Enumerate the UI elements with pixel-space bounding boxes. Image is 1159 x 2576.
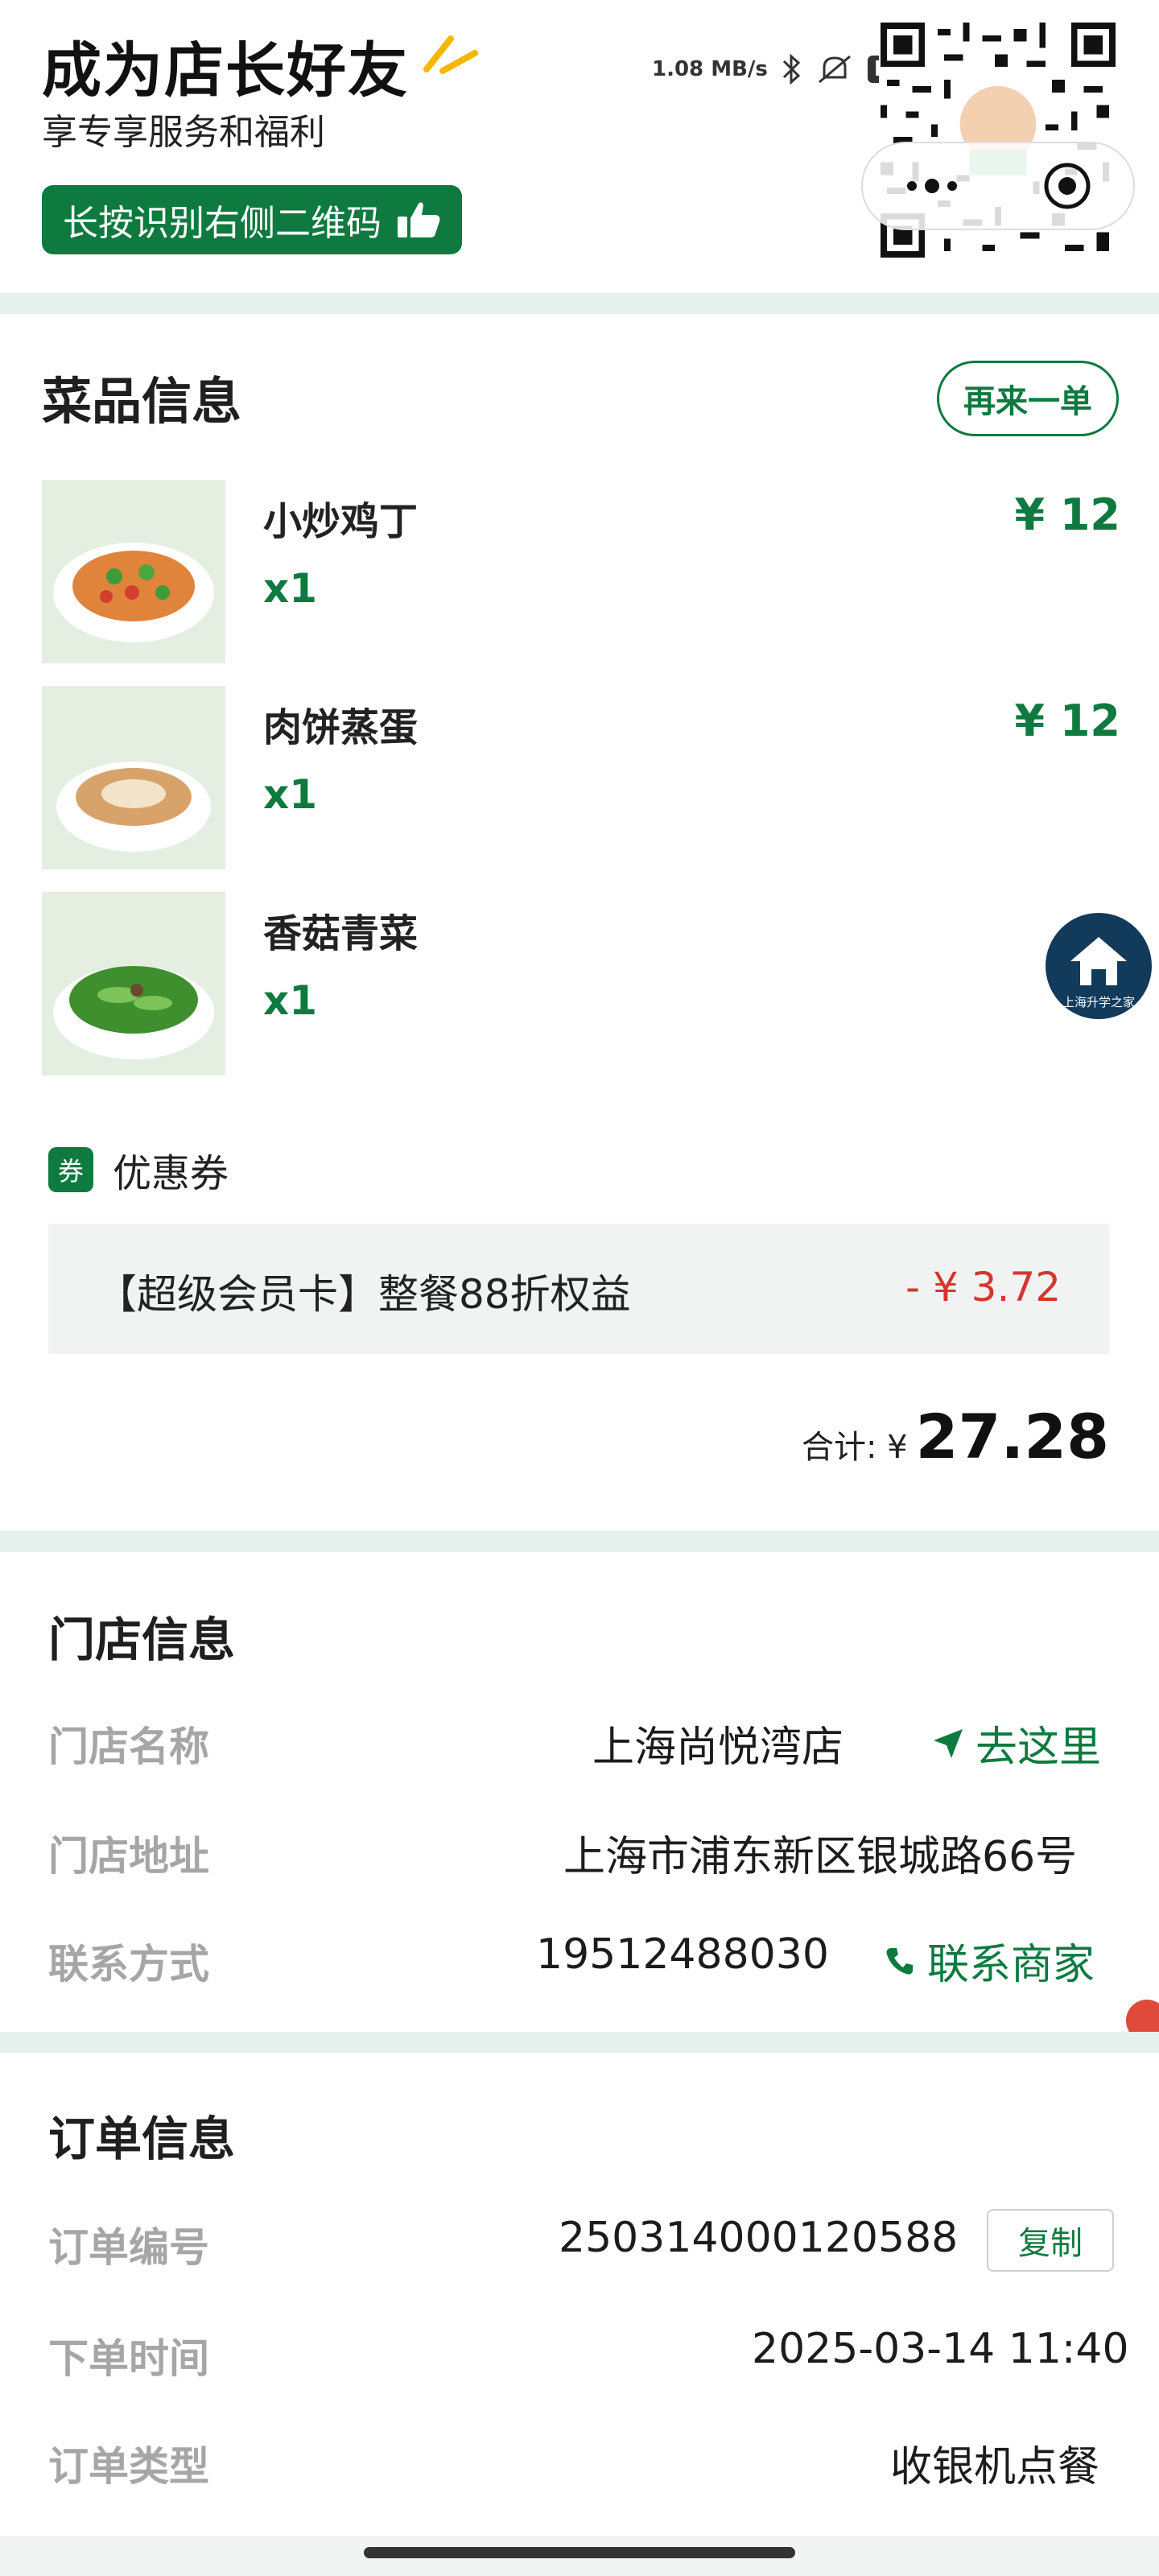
status-bar-indicators: 1.08 MB/s HD (652, 53, 916, 85)
dish-quantity: x1 (263, 977, 318, 1024)
contact-label: 联系方式 (48, 1941, 209, 1988)
side-badge-text: 上海升学之家 (1062, 995, 1135, 1009)
home-indicator[interactable] (364, 2547, 795, 2558)
more-dots-icon[interactable] (904, 178, 960, 194)
dish-price: ¥ 12 (1014, 489, 1120, 540)
section-divider (0, 1531, 1159, 1552)
coupon-text: 【超级会员卡】整餐88折权益 (97, 1271, 631, 1318)
total-label: 合计: ¥ (801, 1429, 908, 1466)
dish-item[interactable]: 肉饼蒸蛋 x1 ¥ 12 (42, 686, 1120, 869)
dishes-section-title: 菜品信息 (42, 372, 242, 431)
spark-decoration-icon (423, 35, 478, 74)
navigate-label: 去这里 (975, 1724, 1102, 1772)
banner-subtitle: 享专享服务和福利 (42, 112, 325, 153)
floating-menu-capsule[interactable] (861, 142, 1135, 230)
dish-name: 小炒鸡丁 (263, 499, 419, 544)
dish-price: ¥ 12 (1014, 696, 1120, 746)
order-type-value: 收银机点餐 (890, 2443, 1100, 2491)
order-number-label: 订单编号 (48, 2224, 209, 2271)
store-section-title: 门店信息 (48, 1612, 236, 1667)
coupon-label: 优惠券 (113, 1151, 229, 1196)
copy-button[interactable]: 复制 (987, 2209, 1114, 2272)
dish-quantity: x1 (263, 565, 318, 612)
section-divider (0, 2032, 1159, 2053)
dish-item[interactable]: 小炒鸡丁 x1 ¥ 12 (42, 480, 1120, 663)
coupon-detail-row: 【超级会员卡】整餐88折权益 - ¥ 3.72 (48, 1224, 1109, 1354)
order-number-value: 250314000120588 (559, 2214, 959, 2262)
order-type-label: 订单类型 (48, 2443, 209, 2490)
coupon-discount-amount: - ¥ 3.72 (905, 1264, 1061, 1311)
order-section-title: 订单信息 (48, 2112, 236, 2166)
dish-image (42, 480, 225, 663)
dish-name: 香菇青菜 (263, 911, 419, 956)
contact-phone-value: 19512488030 (536, 1930, 829, 1979)
store-owner-banner: 成为店长好友 享专享服务和福利 长按识别右侧二维码 1.08 MB/s HD (0, 0, 1159, 293)
coupon-header: 券 优惠券 (48, 1141, 229, 1198)
phone-icon (886, 1947, 913, 1975)
dish-quantity: x1 (263, 771, 318, 818)
store-address-value: 上海市浦东新区银城路66号 (563, 1833, 1078, 1881)
dish-image (42, 686, 225, 869)
thumbs-up-icon (398, 202, 440, 237)
section-divider (0, 293, 1159, 314)
navigate-arrow-icon (934, 1728, 963, 1758)
floating-side-badge[interactable]: 上海升学之家 (1038, 902, 1159, 1030)
bluetooth-icon (782, 53, 801, 85)
scan-qr-hint-label: 长按识别右侧二维码 (63, 203, 382, 244)
store-name-label: 门店名称 (48, 1724, 209, 1770)
mute-icon (818, 55, 851, 84)
total-value: 27.28 (915, 1401, 1109, 1472)
dish-item[interactable]: 香菇青菜 x1 ¥ (42, 892, 1120, 1075)
order-time-label: 下单时间 (48, 2335, 209, 2382)
scan-qr-hint-button[interactable]: 长按识别右侧二维码 (42, 185, 462, 254)
network-speed: 1.08 MB/s (652, 57, 768, 81)
reorder-button[interactable]: 再来一单 (937, 361, 1119, 436)
contact-merchant-label: 联系商家 (927, 1941, 1095, 1989)
close-target-icon[interactable] (1041, 160, 1093, 212)
navigate-link[interactable]: 去这里 (932, 1713, 1101, 1773)
store-address-label: 门店地址 (48, 1833, 209, 1880)
banner-title: 成为店长好友 (42, 36, 409, 105)
dish-name: 肉饼蒸蛋 (263, 705, 419, 750)
dish-image (42, 892, 225, 1075)
order-time-value: 2025-03-14 11:40 (752, 2325, 1129, 2373)
contact-merchant-link[interactable]: 联系商家 (884, 1930, 1095, 1991)
store-name-value: 上海尚悦湾店 (592, 1724, 844, 1772)
coupon-tag-icon: 券 (48, 1147, 93, 1192)
order-total: 合计: ¥ 27.28 (802, 1401, 1109, 1472)
graduation-house-icon (1046, 913, 1152, 1019)
